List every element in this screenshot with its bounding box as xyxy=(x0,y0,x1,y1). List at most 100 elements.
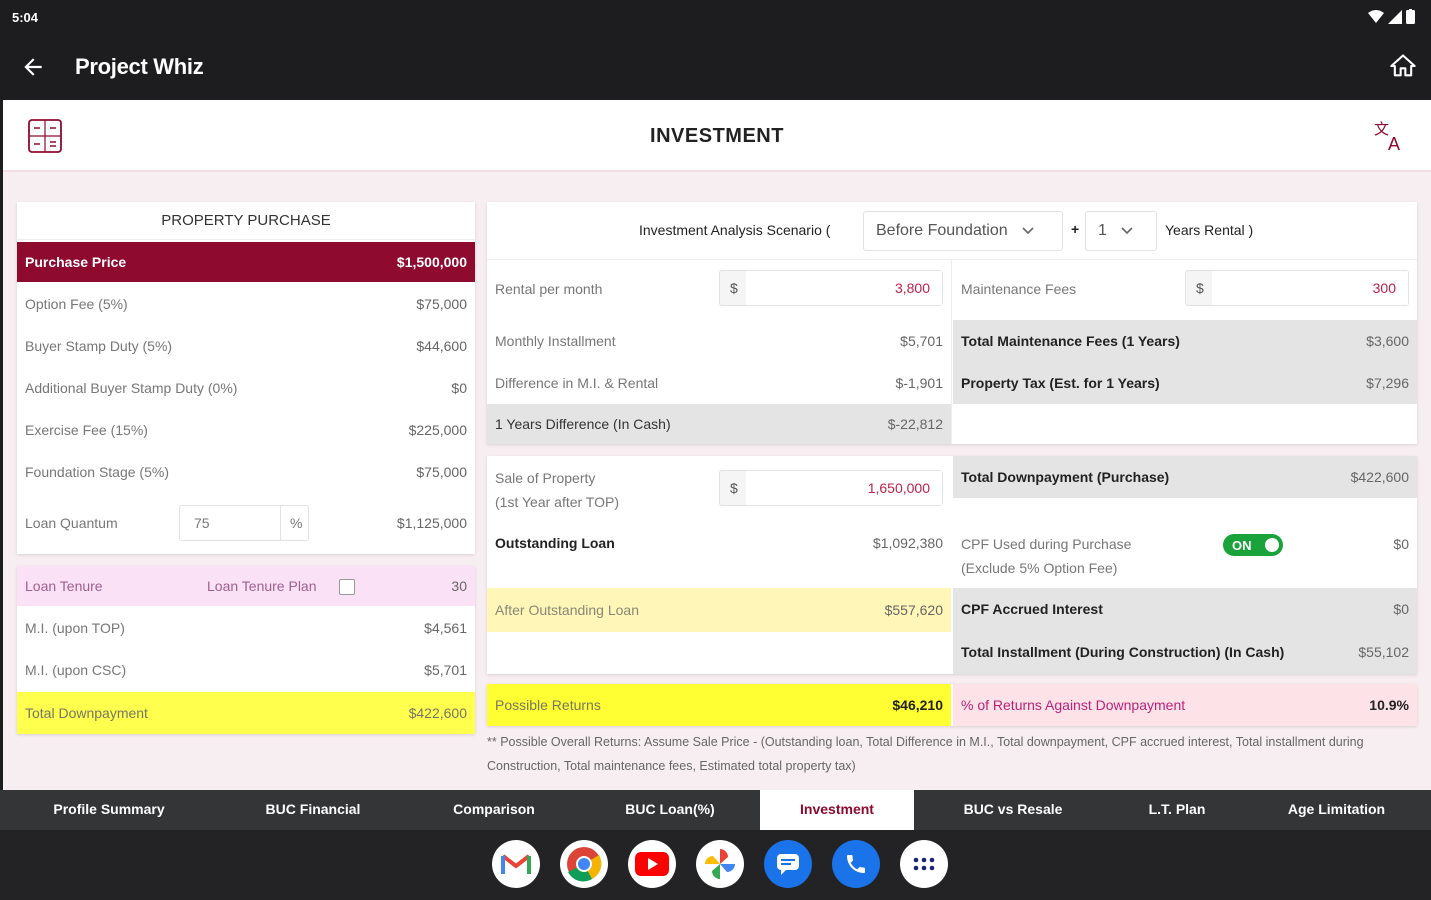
page-header: INVESTMENT 文 A xyxy=(3,100,1431,172)
tab-comparison[interactable]: Comparison xyxy=(408,790,580,830)
translate-icon[interactable]: 文 A xyxy=(1373,118,1407,152)
gmail-icon[interactable] xyxy=(492,840,540,888)
status-icons xyxy=(1368,9,1415,24)
app-bar: Project Whiz xyxy=(0,34,1431,100)
purchase-price-row: Purchase Price $1,500,000 xyxy=(17,242,475,282)
status-bar: 5:04 xyxy=(0,0,1431,34)
returns-pct-row: % of Returns Against Downpayment 10.9% xyxy=(953,684,1417,726)
buyer-stamp-duty-value: $44,600 xyxy=(416,338,467,354)
sale-input[interactable]: $ 1,650,000 xyxy=(719,470,943,506)
rental-currency: $ xyxy=(730,280,738,296)
tab-age-limitation[interactable]: Age Limitation xyxy=(1242,790,1431,830)
years-select-value: 1 xyxy=(1098,222,1107,239)
tab-investment[interactable]: Investment xyxy=(760,790,914,830)
loan-quantum-input[interactable]: 75 % xyxy=(179,505,309,541)
loan-quantum-input-value[interactable]: 75 xyxy=(194,515,210,531)
back-arrow-icon[interactable] xyxy=(20,54,46,80)
bottom-tabs: Profile Summary BUC Financial Comparison… xyxy=(0,790,1431,830)
apps-icon[interactable] xyxy=(900,840,948,888)
svg-text:文: 文 xyxy=(1374,121,1389,138)
total-maintenance-row: Total Maintenance Fees (1 Years) $3,600 xyxy=(953,320,1417,362)
loan-quantum-value: $1,125,000 xyxy=(396,515,467,531)
footnote: ** Possible Overall Returns: Assume Sale… xyxy=(487,735,1364,773)
app-dock xyxy=(0,830,1431,900)
buyer-stamp-duty-row: Buyer Stamp Duty (5%) $44,600 xyxy=(17,326,475,366)
home-icon[interactable] xyxy=(1389,52,1417,80)
property-tax-value: $7,296 xyxy=(1366,375,1409,391)
scenario-bar: Investment Analysis Scenario ( Before Fo… xyxy=(487,202,1417,260)
messages-icon[interactable] xyxy=(764,840,812,888)
option-fee-label: Option Fee (5%) xyxy=(25,296,128,312)
cpf-interest-value: $0 xyxy=(1393,601,1409,617)
chevron-down-icon xyxy=(1121,227,1133,235)
wifi-icon xyxy=(1368,9,1384,23)
sale-property-card: Sale of Property (1st Year after TOP) $ … xyxy=(487,456,1417,674)
years-difference-value: $-22,812 xyxy=(887,416,943,432)
app-title: Project Whiz xyxy=(75,54,204,79)
option-fee-value: $75,000 xyxy=(416,296,467,312)
loan-tenure-value[interactable]: 30 xyxy=(451,578,467,594)
loan-tenure-plan-checkbox[interactable] xyxy=(339,579,355,595)
cpf-interest-label: CPF Accrued Interest xyxy=(961,601,1103,617)
monthly-installment-row: Monthly Installment $5,701 xyxy=(487,320,951,362)
rental-value[interactable]: 3,800 xyxy=(895,280,930,296)
total-downpayment-purchase-label: Total Downpayment (Purchase) xyxy=(961,469,1170,485)
years-difference-label: 1 Years Difference (In Cash) xyxy=(495,416,671,432)
property-tax-row: Property Tax (Est. for 1 Years) $7,296 xyxy=(953,362,1417,404)
exercise-fee-row: Exercise Fee (15%) $225,000 xyxy=(17,410,475,450)
sale-value[interactable]: 1,650,000 xyxy=(868,480,930,496)
purchase-price-value: $1,500,000 xyxy=(396,254,467,270)
sale-label-line1: Sale of Property xyxy=(495,470,596,486)
scenario-suffix: Years Rental ) xyxy=(1165,222,1254,238)
total-downpayment-value: $422,600 xyxy=(408,705,467,721)
after-outstanding-value: $557,620 xyxy=(884,602,943,618)
loan-tenure-label: Loan Tenure xyxy=(25,578,103,594)
tab-buc-financial[interactable]: BUC Financial xyxy=(218,790,408,830)
scenario-select[interactable]: Before Foundation xyxy=(863,211,1063,251)
possible-returns-label: Possible Returns xyxy=(495,697,601,713)
chrome-icon[interactable] xyxy=(560,840,608,888)
years-select[interactable]: 1 xyxy=(1085,211,1157,251)
purchase-price-label: Purchase Price xyxy=(25,254,127,270)
outstanding-value: $1,092,380 xyxy=(872,535,943,551)
returns-pct-value: 10.9% xyxy=(1369,697,1409,713)
photos-icon[interactable] xyxy=(696,840,744,888)
property-purchase-card: PROPERTY PURCHASE Purchase Price $1,500,… xyxy=(17,202,475,554)
signal-icon xyxy=(1388,9,1402,24)
possible-returns-row: Possible Returns $46,210 xyxy=(487,684,951,726)
outstanding-label: Outstanding Loan xyxy=(495,535,615,551)
battery-icon xyxy=(1406,9,1415,24)
total-maintenance-value: $3,600 xyxy=(1366,333,1409,349)
svg-text:A: A xyxy=(1388,134,1400,152)
absd-value: $0 xyxy=(451,380,467,396)
cpf-label-line1: CPF Used during Purchase xyxy=(961,536,1132,552)
tab-profile-summary[interactable]: Profile Summary xyxy=(0,790,218,830)
outstanding-row: Outstanding Loan $1,092,380 xyxy=(487,522,951,564)
buyer-stamp-duty-label: Buyer Stamp Duty (5%) xyxy=(25,338,173,354)
difference-row: Difference in M.I. & Rental $-1,901 xyxy=(487,362,951,404)
cpf-label-line2: (Exclude 5% Option Fee) xyxy=(961,560,1118,576)
phone-icon[interactable] xyxy=(832,840,880,888)
total-downpayment-label: Total Downpayment xyxy=(25,705,148,721)
investment-analysis-card: Investment Analysis Scenario ( Before Fo… xyxy=(487,202,1417,444)
difference-label: Difference in M.I. & Rental xyxy=(495,375,659,391)
rental-input[interactable]: $ 3,800 xyxy=(719,270,943,306)
cpf-interest-row: CPF Accrued Interest $0 xyxy=(953,588,1417,630)
loan-quantum-unit: % xyxy=(290,515,303,531)
tab-lt-plan[interactable]: L.T. Plan xyxy=(1112,790,1242,830)
maintenance-value[interactable]: 300 xyxy=(1373,280,1396,296)
total-installment-label: Total Installment (During Construction) … xyxy=(961,644,1285,660)
property-tax-label: Property Tax (Est. for 1 Years) xyxy=(961,375,1160,391)
tab-buc-vs-resale[interactable]: BUC vs Resale xyxy=(914,790,1112,830)
monthly-installment-value: $5,701 xyxy=(900,333,943,349)
column-divider xyxy=(951,260,952,444)
cpf-toggle[interactable]: ON xyxy=(1223,534,1283,556)
mi-top-value: $4,561 xyxy=(424,620,467,636)
tab-buc-loan[interactable]: BUC Loan(%) xyxy=(580,790,760,830)
maintenance-input[interactable]: $ 300 xyxy=(1185,270,1409,306)
option-fee-row: Option Fee (5%) $75,000 xyxy=(17,284,475,324)
input-divider xyxy=(280,506,281,540)
foundation-stage-row: Foundation Stage (5%) $75,000 xyxy=(17,452,475,492)
youtube-icon[interactable] xyxy=(628,840,676,888)
mi-top-label: M.I. (upon TOP) xyxy=(25,620,125,636)
